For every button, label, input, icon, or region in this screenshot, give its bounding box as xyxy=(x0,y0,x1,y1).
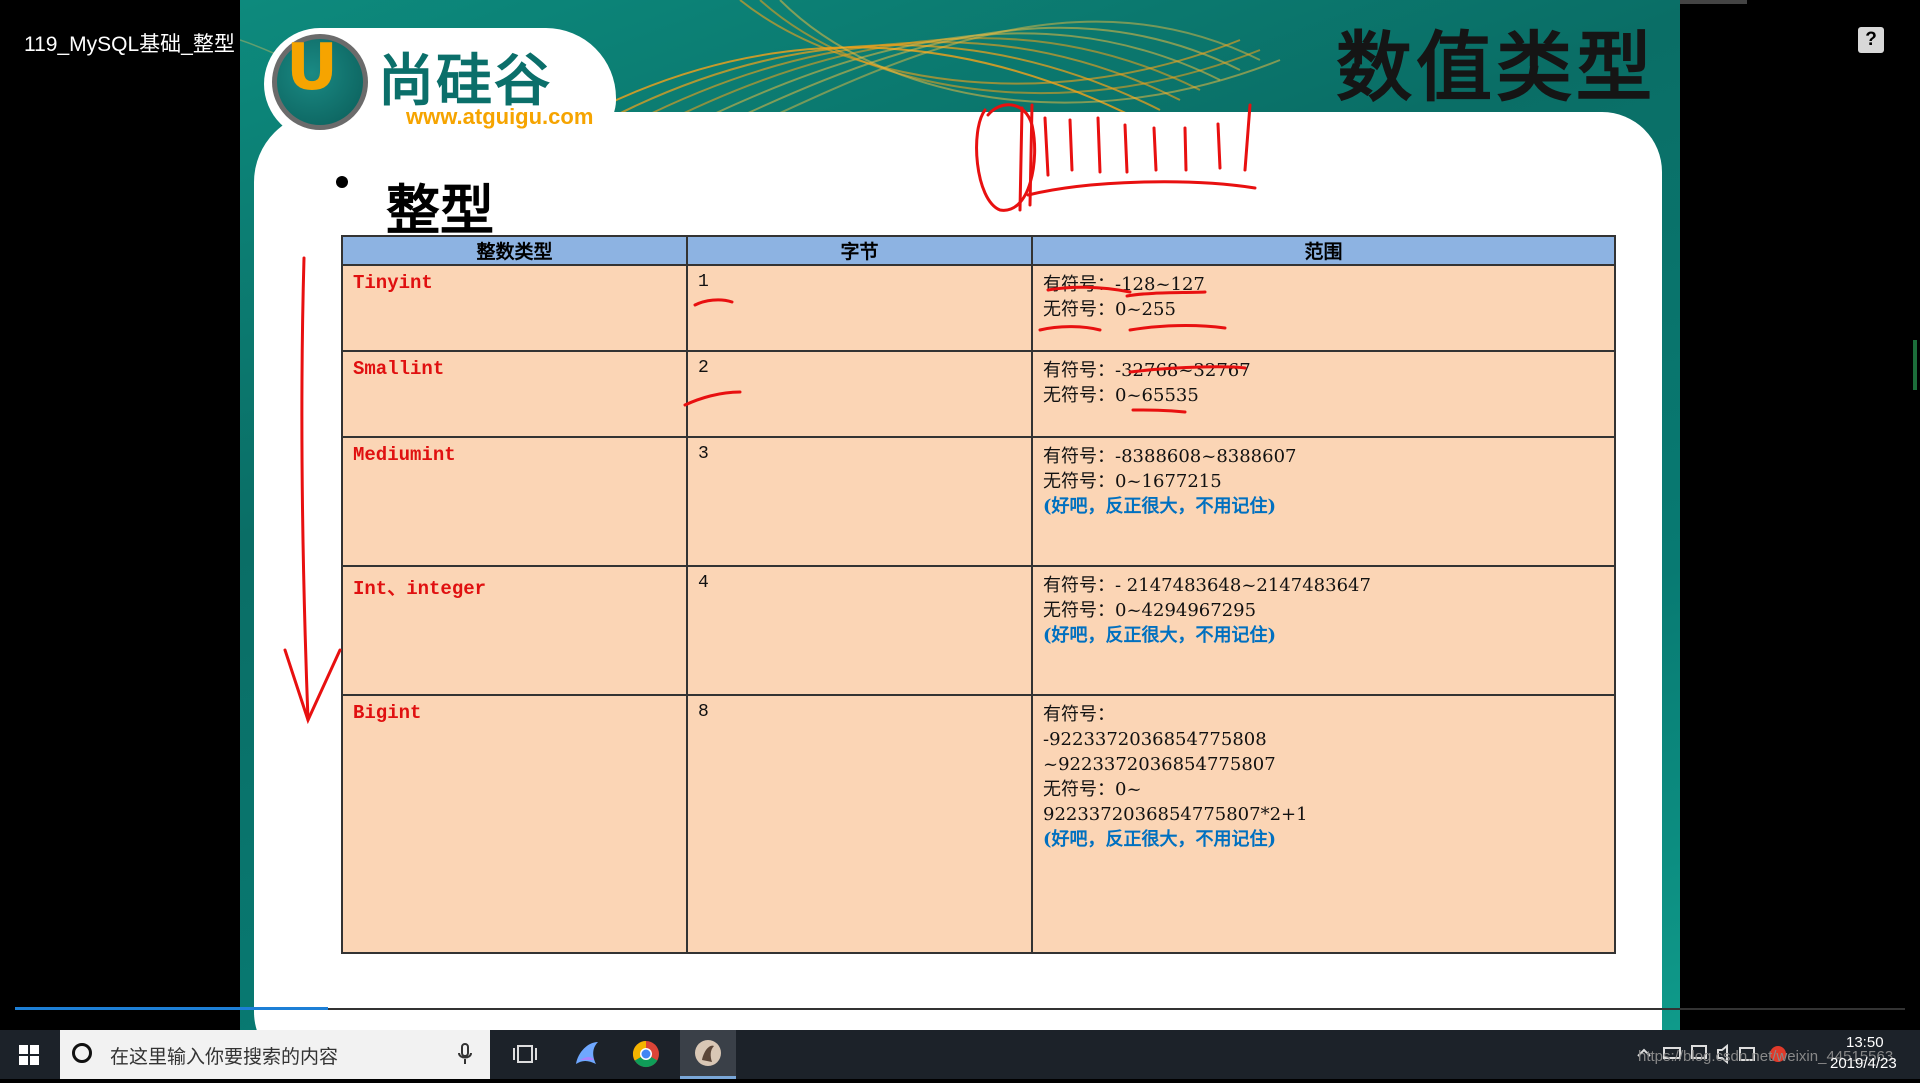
microphone-icon[interactable] xyxy=(458,1043,472,1065)
section-title: 整型 xyxy=(386,179,494,242)
header-range: 范围 xyxy=(1031,235,1616,266)
range-line: 无符号：0~4294967295 xyxy=(1043,600,1257,621)
start-button[interactable] xyxy=(0,1030,60,1079)
table-row: Mediumint 3 有符号：-8388608~8388607 无符号：0~1… xyxy=(341,436,1616,567)
bytes-cell: 2 xyxy=(686,350,1033,438)
range-line: 无符号：0~65535 xyxy=(1043,385,1199,406)
atguigu-logo: U 尚硅谷 www.atguigu.com xyxy=(264,28,616,140)
range-line: ~9223372036854775807 xyxy=(1043,754,1276,775)
range-line: 无符号：0~255 xyxy=(1043,299,1176,320)
type-cell: Tinyint xyxy=(341,264,688,352)
range-line: 9223372036854775807*2+1 xyxy=(1043,804,1308,825)
video-player-icon xyxy=(695,1040,721,1066)
bullet-dot xyxy=(336,176,348,188)
range-note: (好吧，反正很大，不用记住) xyxy=(1043,829,1277,850)
range-note: (好吧，反正很大，不用记住) xyxy=(1043,496,1277,517)
task-view-icon xyxy=(513,1045,537,1063)
bytes-cell: 1 xyxy=(686,264,1033,352)
integer-types-table: 整数类型 字节 范围 Tinyint 1 有符号：-128~127 无符号：0~… xyxy=(341,235,1616,954)
header-bytes: 字节 xyxy=(686,235,1033,266)
bytes-cell: 3 xyxy=(686,436,1033,567)
logo-url: www.atguigu.com xyxy=(406,104,594,129)
type-cell: Mediumint xyxy=(341,436,688,567)
range-cell: 有符号：-128~127 无符号：0~255 xyxy=(1031,264,1616,352)
video-title: 119_MySQL基础_整型 xyxy=(24,33,235,56)
video-progress-fill xyxy=(15,1007,328,1010)
range-line: 有符号：- 2147483648~2147483647 xyxy=(1043,575,1371,596)
table-row: Tinyint 1 有符号：-128~127 无符号：0~255 xyxy=(341,264,1616,352)
range-cell: 有符号：-32768~32767 无符号：0~65535 xyxy=(1031,350,1616,438)
logo-u-letter: U xyxy=(286,31,338,105)
range-line: 有符号：-128~127 xyxy=(1043,274,1205,295)
type-cell: Bigint xyxy=(341,694,688,954)
range-cell: 有符号：-8388608~8388607 无符号：0~1677215 (好吧，反… xyxy=(1031,436,1616,567)
taskbar-app-dolphin[interactable] xyxy=(558,1030,614,1079)
bytes-cell: 8 xyxy=(686,694,1033,954)
header-type: 整数类型 xyxy=(341,235,688,266)
search-placeholder: 在这里输入你要搜索的内容 xyxy=(110,1046,339,1068)
range-line: -9223372036854775808 xyxy=(1043,729,1267,750)
taskbar-search-box[interactable]: 在这里输入你要搜索的内容 xyxy=(60,1030,490,1079)
type-cell: Int、integer xyxy=(341,565,688,696)
cortana-icon xyxy=(72,1043,92,1063)
windows-icon xyxy=(19,1045,39,1065)
task-view-button[interactable] xyxy=(500,1030,556,1079)
range-line: 有符号： xyxy=(1043,704,1115,725)
taskbar-app-chrome[interactable] xyxy=(618,1030,674,1079)
help-button[interactable]: ? xyxy=(1858,27,1884,53)
clock-time[interactable]: 13:50 xyxy=(1846,1034,1884,1051)
table-row: Int、integer 4 有符号：- 2147483648~214748364… xyxy=(341,565,1616,696)
slide-title: 数值类型 xyxy=(1336,23,1656,112)
range-note: (好吧，反正很大，不用记住) xyxy=(1043,625,1277,646)
chrome-icon xyxy=(632,1040,659,1068)
clock-date[interactable]: 2019/4/23 xyxy=(1830,1055,1897,1072)
side-scroll-marker xyxy=(1913,340,1917,390)
range-line: 无符号：0~ xyxy=(1043,779,1142,800)
slide: U 尚硅谷 www.atguigu.com 数值类型 整型 整数类型 字节 范围… xyxy=(240,0,1680,1030)
range-line: 有符号：-32768~32767 xyxy=(1043,360,1251,381)
range-line: 有符号：-8388608~8388607 xyxy=(1043,446,1297,467)
table-row: Smallint 2 有符号：-32768~32767 无符号：0~65535 xyxy=(341,350,1616,438)
bytes-cell: 4 xyxy=(686,565,1033,696)
type-cell: Smallint xyxy=(341,350,688,438)
table-header-row: 整数类型 字节 范围 xyxy=(341,235,1616,266)
range-line: 无符号：0~1677215 xyxy=(1043,471,1222,492)
range-cell: 有符号： -9223372036854775808 ~9223372036854… xyxy=(1031,694,1616,954)
taskbar: 在这里输入你要搜索的内容 https://blog.csdn.net/weixi… xyxy=(0,1030,1920,1079)
range-cell: 有符号：- 2147483648~2147483647 无符号：0~429496… xyxy=(1031,565,1616,696)
taskbar-app-video-player[interactable] xyxy=(680,1030,736,1079)
dolphin-app-icon xyxy=(576,1042,598,1064)
table-row: Bigint 8 有符号： -9223372036854775808 ~9223… xyxy=(341,694,1616,954)
